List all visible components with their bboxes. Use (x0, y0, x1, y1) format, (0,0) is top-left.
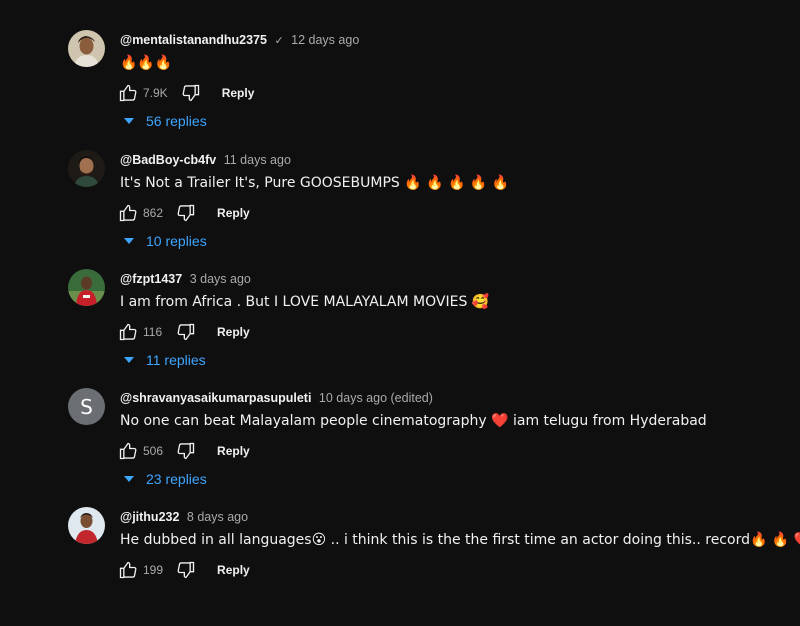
replies-count: 10 replies (146, 233, 207, 249)
view-replies-button[interactable]: 23 replies (124, 468, 207, 490)
reply-button[interactable]: Reply (217, 563, 250, 577)
reply-button[interactable]: Reply (217, 325, 250, 339)
caret-down-icon (124, 355, 134, 365)
thumbs-up-icon[interactable] (117, 202, 139, 224)
comment-actions: 199 Reply (117, 559, 250, 581)
avatar[interactable]: S (68, 388, 105, 425)
like-count: 862 (143, 206, 164, 220)
comment-thread: @BadBoy-cb4fv 11 days ago It's Not a Tra… (0, 150, 800, 269)
comment-time[interactable]: 12 days ago (291, 33, 359, 47)
reply-button[interactable]: Reply (217, 206, 250, 220)
comment-thread: @fzpt1437 3 days ago I am from Africa . … (0, 269, 800, 388)
avatar[interactable] (68, 30, 105, 67)
comment-meta: @mentalistanandhu2375 ✓ 12 days ago (120, 32, 359, 49)
like-count: 199 (143, 563, 164, 577)
comment-meta: @fzpt1437 3 days ago (120, 271, 251, 287)
reply-button[interactable]: Reply (217, 444, 250, 458)
replies-count: 23 replies (146, 471, 207, 487)
thumbs-up-icon[interactable] (117, 321, 139, 343)
caret-down-icon (124, 474, 134, 484)
avatar[interactable] (68, 507, 105, 544)
reply-button[interactable]: Reply (222, 86, 255, 100)
comment-thread: @jithu232 8 days ago He dubbed in all la… (0, 507, 800, 626)
comment-time[interactable]: 10 days ago (edited) (319, 391, 433, 405)
comment-author[interactable]: @BadBoy-cb4fv (120, 153, 216, 167)
thumbs-up-icon[interactable] (117, 82, 139, 104)
like-count: 116 (143, 325, 163, 339)
thumbs-down-icon[interactable] (175, 202, 197, 224)
view-replies-button[interactable]: 10 replies (124, 230, 207, 252)
comment-text: He dubbed in all languages😮 .. i think t… (120, 532, 800, 548)
caret-down-icon (124, 236, 134, 246)
caret-down-icon (124, 116, 134, 126)
comment-author[interactable]: @fzpt1437 (120, 272, 182, 286)
like-count: 7.9K (143, 86, 168, 100)
comment-time[interactable]: 3 days ago (190, 272, 251, 286)
comment-thread: S @shravanyasaikumarpasupuleti 10 days a… (0, 388, 800, 507)
thumbs-down-icon[interactable] (175, 559, 197, 581)
comment-time[interactable]: 8 days ago (187, 510, 248, 524)
comment-actions: 116 Reply (117, 321, 250, 343)
thumbs-down-icon[interactable] (180, 82, 202, 104)
comment-text: I am from Africa . But I LOVE MALAYALAM … (120, 294, 490, 310)
replies-count: 56 replies (146, 113, 207, 129)
thumbs-up-icon[interactable] (117, 559, 139, 581)
comment-time[interactable]: 11 days ago (224, 153, 291, 167)
comment-actions: 7.9K Reply (117, 82, 254, 104)
view-replies-button[interactable]: 11 replies (124, 349, 206, 371)
avatar[interactable] (68, 150, 105, 187)
comment-text: No one can beat Malayalam people cinemat… (120, 413, 707, 429)
comment-text: It's Not a Trailer It's, Pure GOOSEBUMPS… (120, 175, 510, 191)
checkmark-icon: ✓ (274, 35, 284, 47)
like-count: 506 (143, 444, 164, 458)
comment-meta: @jithu232 8 days ago (120, 509, 248, 525)
replies-count: 11 replies (146, 352, 206, 368)
view-replies-button[interactable]: 56 replies (124, 110, 207, 132)
comment-author[interactable]: @shravanyasaikumarpasupuleti (120, 391, 311, 405)
comment-meta: @BadBoy-cb4fv 11 days ago (120, 152, 291, 168)
comment-author[interactable]: @mentalistanandhu2375 (120, 33, 267, 47)
comment-meta: @shravanyasaikumarpasupuleti 10 days ago… (120, 390, 433, 406)
comment-text: 🔥🔥🔥 (120, 55, 173, 71)
thumbs-down-icon[interactable] (175, 321, 197, 343)
comment-thread: @mentalistanandhu2375 ✓ 12 days ago 🔥🔥🔥 … (0, 30, 800, 149)
avatar[interactable] (68, 269, 105, 306)
comment-actions: 862 Reply (117, 202, 250, 224)
comment-actions: 506 Reply (117, 440, 250, 462)
thumbs-up-icon[interactable] (117, 440, 139, 462)
thumbs-down-icon[interactable] (175, 440, 197, 462)
comment-author[interactable]: @jithu232 (120, 510, 179, 524)
